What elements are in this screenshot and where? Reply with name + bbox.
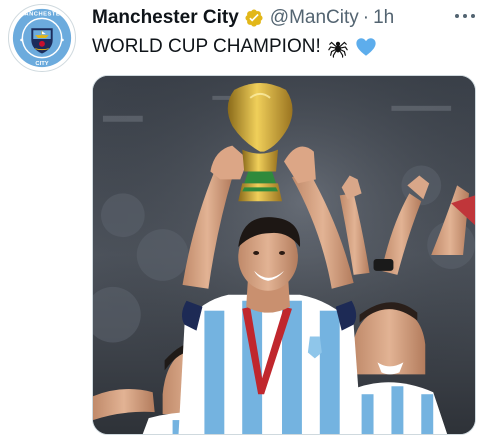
timestamp[interactable]: 1h	[373, 7, 394, 29]
manchester-city-crest-icon: MANCHESTER CITY	[9, 5, 75, 71]
tweet-text: WORLD CUP CHAMPION!	[92, 34, 377, 60]
world-cup-celebration-photo	[93, 76, 475, 434]
tweet-header: Manchester City @ManCity · 1h	[92, 6, 394, 30]
avatar[interactable]: MANCHESTER CITY	[8, 4, 76, 72]
tweet-text-content: WORLD CUP CHAMPION!	[92, 36, 321, 57]
svg-text:CITY: CITY	[35, 61, 48, 67]
blue-heart-emoji-icon	[355, 36, 377, 58]
svg-text:MANCHESTER: MANCHESTER	[19, 12, 65, 18]
separator-dot: ·	[362, 7, 370, 28]
tweet-media-photo[interactable]	[92, 75, 476, 435]
spider-emoji-icon	[327, 36, 349, 58]
verified-badge-icon	[244, 8, 264, 28]
handle[interactable]: @ManCity	[270, 7, 359, 29]
more-options-icon[interactable]	[450, 4, 480, 28]
display-name[interactable]: Manchester City	[92, 7, 239, 29]
tweet-card[interactable]: MANCHESTER CITY Manchester City @ManCity…	[0, 0, 500, 440]
